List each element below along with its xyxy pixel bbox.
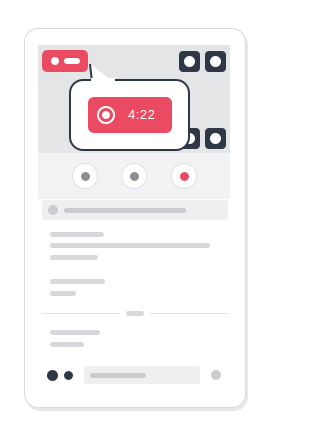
search-field[interactable]	[42, 200, 228, 220]
recording-dot-icon	[51, 57, 59, 65]
text-line	[50, 279, 105, 284]
dot-icon	[130, 172, 139, 181]
corner-handle-icon[interactable]	[205, 128, 226, 149]
text-line	[50, 255, 98, 260]
corner-handle-icon[interactable]	[205, 51, 226, 72]
send-icon[interactable]	[211, 370, 221, 380]
message-input[interactable]	[84, 366, 200, 384]
text-line	[50, 291, 76, 296]
avatar-dot-icon[interactable]	[47, 370, 58, 381]
recording-badge-label	[64, 58, 80, 64]
dot-icon	[81, 172, 90, 181]
message-placeholder	[90, 373, 146, 378]
record-icon	[97, 106, 115, 124]
status-dot-icon	[64, 371, 73, 380]
record-dot-icon	[180, 172, 189, 181]
divider-handle	[126, 311, 144, 316]
search-icon	[48, 205, 58, 215]
corner-handle-icon[interactable]	[179, 51, 200, 72]
control-button-2[interactable]	[121, 163, 147, 189]
bubble-tail-cover	[91, 78, 115, 84]
text-line	[50, 232, 104, 237]
search-placeholder	[64, 208, 186, 213]
control-button-record[interactable]	[171, 163, 197, 189]
divider	[150, 313, 228, 314]
text-line	[50, 342, 84, 347]
control-button-1[interactable]	[72, 163, 98, 189]
text-line	[50, 330, 100, 335]
recording-badge	[42, 50, 88, 72]
record-button[interactable]: 4:22	[88, 97, 172, 133]
text-line	[50, 243, 210, 248]
record-timer: 4:22	[128, 107, 156, 122]
divider	[42, 313, 120, 314]
